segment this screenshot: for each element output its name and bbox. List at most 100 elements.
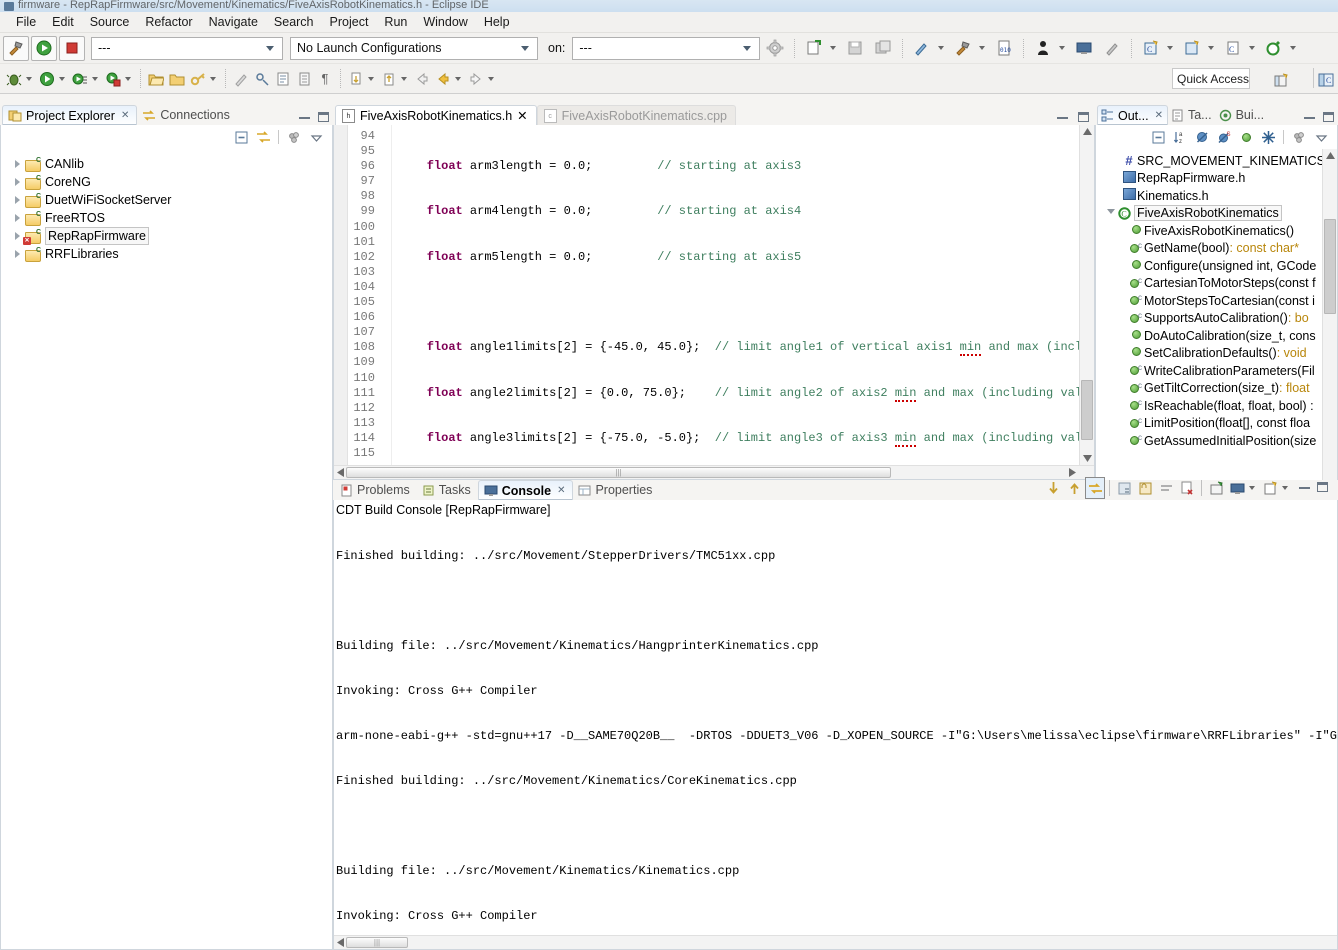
chevron-right-icon[interactable]	[15, 196, 20, 204]
chevron-down-icon[interactable]	[210, 76, 216, 81]
project-explorer-tree-body[interactable]: CANlib CoreNG DuetWiFiSocketServer	[0, 149, 333, 950]
menu-project[interactable]: Project	[322, 13, 377, 31]
forward-arrow-icon[interactable]	[466, 68, 486, 90]
menu-search[interactable]: Search	[266, 13, 322, 31]
display-selected-console-icon[interactable]	[1227, 477, 1247, 499]
open-folder-icon[interactable]	[146, 68, 166, 90]
menu-navigate[interactable]: Navigate	[201, 13, 266, 31]
outline-item-class-fiveaxisrobotkinematics[interactable]: C FiveAxisRobotKinematics	[1096, 205, 1337, 223]
scroll-down-icon[interactable]	[1043, 477, 1063, 499]
tab-outline[interactable]: Out... ✕	[1097, 105, 1168, 125]
open-console-icon[interactable]	[1206, 477, 1226, 499]
scroll-lock-icon[interactable]	[1085, 477, 1105, 499]
tab-project-explorer[interactable]: Project Explorer ✕	[2, 105, 138, 125]
tab-tasks[interactable]: Ta...	[1168, 105, 1216, 125]
tab-connections[interactable]: Connections	[137, 105, 237, 125]
tree-item-duetwifisocketserver[interactable]: DuetWiFiSocketServer	[1, 191, 332, 209]
list-doc-icon[interactable]	[294, 68, 314, 90]
close-icon[interactable]: ✕	[1155, 110, 1163, 121]
chevron-down-icon[interactable]	[455, 76, 461, 81]
stop-icon[interactable]	[59, 35, 85, 61]
tree-item-reprapfirmware[interactable]: ✕ RepRapFirmware	[1, 227, 332, 245]
editor-tab-fiveaxisrobotkinematics-h[interactable]: h FiveAxisRobotKinematics.h ✕	[335, 105, 537, 125]
source-doc-icon[interactable]	[273, 68, 293, 90]
open-type-icon[interactable]	[167, 68, 187, 90]
debug-bug-icon[interactable]	[4, 68, 24, 90]
tree-item-freertos[interactable]: FreeRTOS	[1, 209, 332, 227]
outline-item-gettiltcorrection[interactable]: c GetTiltCorrection(size_t) : float	[1096, 380, 1337, 398]
chevron-right-icon[interactable]	[15, 214, 20, 222]
tree-item-canlib[interactable]: CANlib	[1, 155, 332, 173]
editor-horizontal-scrollbar[interactable]: |||	[334, 465, 1094, 479]
chevron-right-icon[interactable]	[15, 160, 20, 168]
outline-item-configure[interactable]: Configure(unsigned int, GCode	[1096, 257, 1337, 275]
menu-edit[interactable]: Edit	[44, 13, 82, 31]
tree-item-coreng[interactable]: CoreNG	[1, 173, 332, 191]
external-tools-icon[interactable]	[70, 68, 90, 90]
tree-item-rrflibraries[interactable]: RRFLibraries	[1, 245, 332, 263]
debug-person-icon[interactable]	[1030, 36, 1056, 61]
chevron-down-icon[interactable]	[368, 76, 374, 81]
chevron-right-icon[interactable]	[15, 178, 20, 186]
sort-alphabetically-icon[interactable]: a z	[1170, 126, 1190, 148]
outline-item-motorstepstocartesian[interactable]: c MotorStepsToCartesian(const i	[1096, 292, 1337, 310]
maximize-icon[interactable]	[1323, 112, 1334, 122]
chevron-down-icon[interactable]	[1282, 486, 1288, 490]
chevron-down-icon[interactable]	[1208, 46, 1215, 50]
new-c-project-icon[interactable]: C	[1138, 36, 1164, 61]
view-menu-icon[interactable]	[1311, 126, 1331, 148]
scrollbar-thumb[interactable]: |||	[346, 467, 891, 478]
view-menu-icon[interactable]	[306, 126, 326, 148]
new-file-icon[interactable]	[801, 36, 827, 61]
prev-annotation-icon[interactable]	[379, 68, 399, 90]
new-c-file-icon[interactable]: C	[1220, 36, 1246, 61]
scrollbar-thumb[interactable]	[1081, 380, 1093, 440]
filters-icon[interactable]	[1289, 126, 1309, 148]
chevron-down-icon[interactable]	[92, 76, 98, 81]
target-combo[interactable]: ---	[572, 36, 761, 60]
quick-access-input[interactable]: Quick Access	[1172, 68, 1250, 89]
chevron-right-icon[interactable]	[15, 232, 20, 240]
outline-item-getname[interactable]: c GetName(bool) : const char*	[1096, 240, 1337, 258]
outline-item-ctor[interactable]: FiveAxisRobotKinematics()	[1096, 222, 1337, 240]
binary-icon[interactable]: 010	[991, 36, 1017, 61]
new-console-view-icon[interactable]	[1260, 477, 1280, 499]
chevron-down-icon[interactable]	[59, 76, 65, 81]
run-green-icon[interactable]	[37, 68, 57, 90]
tab-build-targets[interactable]: Bui...	[1216, 105, 1269, 125]
launch-config-combo[interactable]: No Launch Configurations	[290, 36, 538, 60]
outline-item-include-reprapfirmware[interactable]: RepRapFirmware.h	[1096, 170, 1337, 188]
editor-folding-bar[interactable]	[379, 125, 392, 479]
run-icon[interactable]	[31, 35, 57, 61]
chevron-down-icon[interactable]	[1249, 486, 1255, 490]
tab-problems[interactable]: Problems	[335, 480, 417, 500]
minimize-icon[interactable]	[1304, 116, 1315, 119]
menu-file[interactable]: File	[8, 13, 44, 31]
terminal-icon[interactable]	[1071, 36, 1097, 61]
key-icon[interactable]	[188, 68, 208, 90]
link-with-editor-icon[interactable]	[253, 126, 273, 148]
build-project-hammer-icon[interactable]	[950, 36, 976, 61]
editor-tab-fiveaxisrobotkinematics-cpp[interactable]: c FiveAxisRobotKinematics.cpp	[536, 105, 736, 125]
chevron-down-icon[interactable]	[1107, 208, 1115, 218]
outline-item-supportsautocalibration[interactable]: c SupportsAutoCalibration() : bo	[1096, 310, 1337, 328]
collapse-all-icon[interactable]	[231, 126, 251, 148]
build-config-combo[interactable]: ---	[91, 36, 283, 60]
minimize-icon[interactable]	[1057, 116, 1068, 119]
outline-item-include-kinematics[interactable]: Kinematics.h	[1096, 187, 1337, 205]
chevron-down-icon[interactable]	[1290, 46, 1297, 50]
outline-item-define[interactable]: # SRC_MOVEMENT_KINEMATICS_FI	[1096, 152, 1337, 170]
console-log[interactable]: Finished building: ../src/Movement/Stepp…	[334, 519, 1337, 949]
new-class-green-icon[interactable]	[1261, 36, 1287, 61]
chevron-down-icon[interactable]	[1167, 46, 1174, 50]
code-editor[interactable]: 94 95 96 97 98 99 100 101 102 103 104 105 106 107 10…	[333, 125, 1095, 480]
remove-console-icon[interactable]	[1177, 477, 1197, 499]
menu-run[interactable]: Run	[376, 13, 415, 31]
console-horizontal-scrollbar[interactable]: |||	[334, 935, 1337, 949]
outline-item-doautocalibration[interactable]: DoAutoCalibration(size_t, cons	[1096, 327, 1337, 345]
maximize-icon[interactable]	[1078, 112, 1089, 122]
menu-source[interactable]: Source	[82, 13, 138, 31]
build-all-icon[interactable]	[909, 36, 935, 61]
chevron-down-icon[interactable]	[26, 76, 32, 81]
chevron-down-icon[interactable]	[125, 76, 131, 81]
